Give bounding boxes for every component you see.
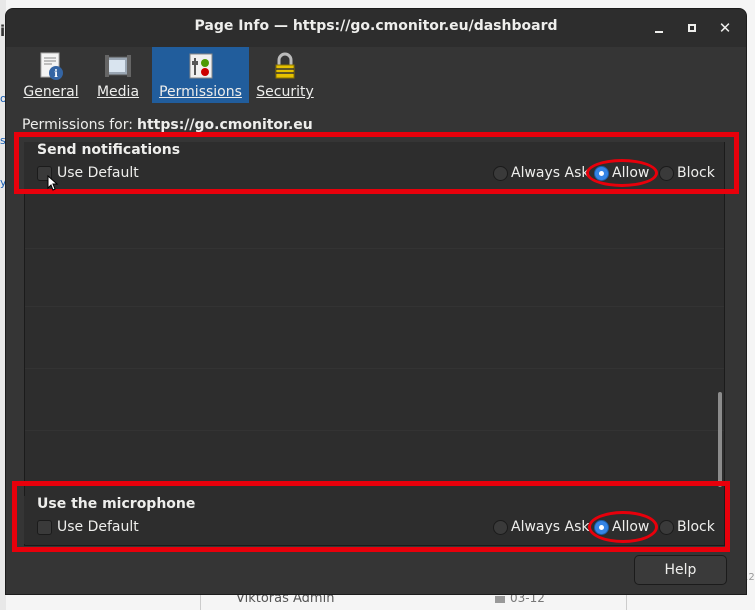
tab-toolbar: i General Media Permissions Security [6,47,746,103]
tab-general-label: General [23,84,79,100]
close-button[interactable]: ✕ [716,19,734,37]
info-document-icon: i [40,52,63,80]
row-separator [25,306,724,307]
list-scrollbar[interactable] [718,392,722,487]
row-separator [25,430,724,431]
title-bar[interactable]: Page Info — https://go.cmonitor.eu/dashb… [6,9,746,47]
mouse-pointer-icon [47,175,59,191]
tab-general[interactable]: i General [18,47,84,103]
highlight-ellipse-microphone-allow [588,511,658,543]
minimize-icon [655,31,663,33]
tab-media[interactable]: Media [94,47,142,103]
row-separator [25,248,724,249]
minimize-button[interactable] [650,19,668,37]
permissions-for-line: Permissions for: https://go.cmonitor.eu [22,117,313,133]
permissions-icon [189,53,212,79]
tab-permissions-label: Permissions [159,84,242,100]
help-button[interactable]: Help [634,555,727,585]
maximize-icon [688,24,696,32]
padlock-icon [275,52,295,79]
svg-text:i: i [54,69,58,80]
tab-security-label: Security [256,84,314,100]
tab-media-label: Media [96,84,140,100]
permissions-site: https://go.cmonitor.eu [136,117,313,133]
highlight-ellipse-notifications-allow [586,159,658,187]
media-icon [105,55,131,77]
permissions-for-label: Permissions for: [22,117,133,133]
window-title: Page Info — https://go.cmonitor.eu/dashb… [194,18,558,34]
tab-security[interactable]: Security [256,47,314,103]
row-separator [25,368,724,369]
mail-icon [495,596,505,603]
close-icon: ✕ [718,19,732,37]
maximize-button[interactable] [683,19,701,37]
tab-permissions[interactable]: Permissions [152,47,249,103]
